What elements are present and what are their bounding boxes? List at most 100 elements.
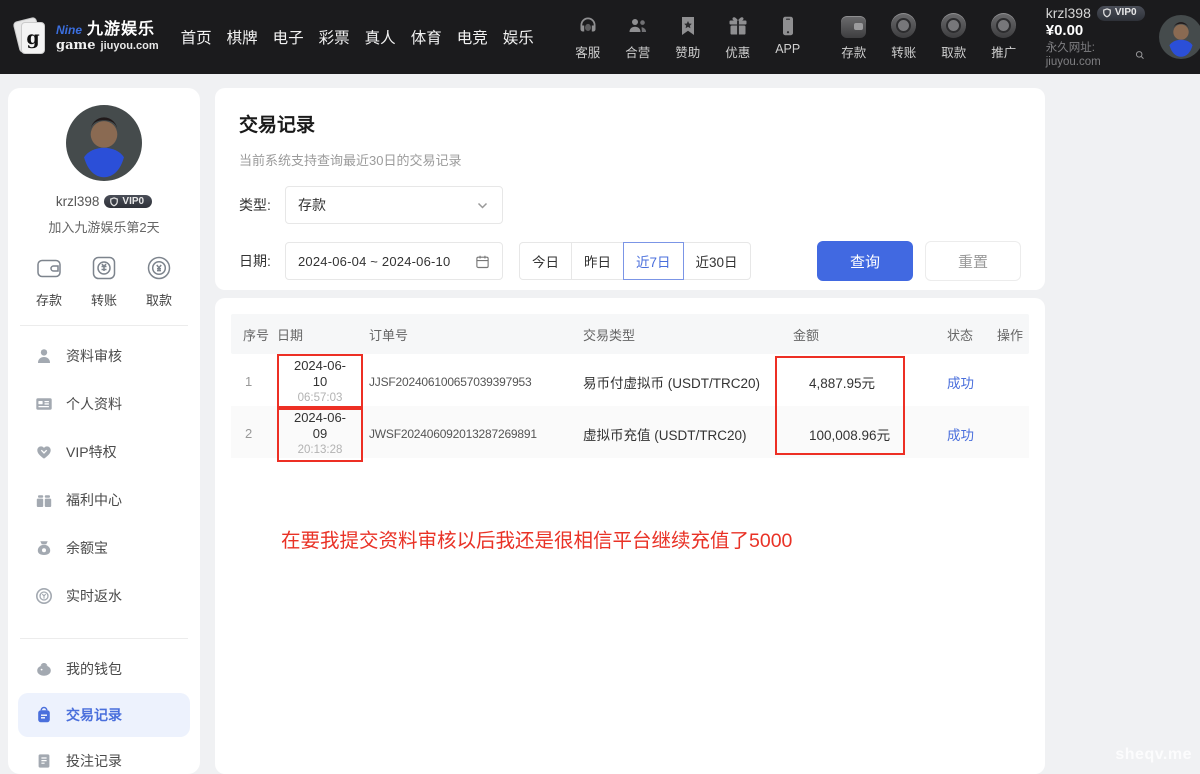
menu-label: VIP特权 xyxy=(66,442,117,462)
nav-chess[interactable]: 棋牌 xyxy=(227,26,258,48)
table-row[interactable]: 1 2024-06-10 06:57:03 JJSF20240610065703… xyxy=(231,354,1029,406)
reset-button[interactable]: 重置 xyxy=(925,241,1021,281)
service-label: 客服 xyxy=(575,42,600,61)
quick-deposit-label: 存款 xyxy=(36,290,62,309)
profile-username: krzl398 xyxy=(56,194,100,209)
sponsor-button[interactable]: 赞助 xyxy=(668,13,708,61)
sidebar-item-bet-records[interactable]: 投注记录 xyxy=(8,737,200,774)
header-avatar[interactable] xyxy=(1159,15,1200,59)
withdraw-label: 取款 xyxy=(941,42,966,61)
date-filter-row: 日期: 2024-06-04 ~ 2024-06-10 今日 昨日 近7日 近3… xyxy=(239,241,1021,281)
cell-transaction-type: 虚拟币充值 (USDT/TRC20) xyxy=(577,424,787,444)
nav-sports[interactable]: 体育 xyxy=(411,26,442,48)
query-button[interactable]: 查询 xyxy=(817,241,913,281)
transfer-button[interactable]: 转账 xyxy=(884,13,924,61)
balance-amount: ¥0.00 xyxy=(1046,22,1145,41)
col-header-action: 操作 xyxy=(991,325,1029,344)
transfer-coin-icon xyxy=(891,13,916,38)
logo-domain-text: jiuyou.com xyxy=(101,41,159,53)
transfer-icon xyxy=(89,253,119,283)
vip-shield-icon xyxy=(1102,8,1112,18)
promo-button[interactable]: 优惠 xyxy=(718,13,758,61)
money-bag-icon xyxy=(35,539,53,557)
deposit-icon xyxy=(34,253,64,283)
logo-cards-icon: g xyxy=(14,17,48,57)
red-annotation-text: 在要我提交资料审核以后我还是很相信平台继续充值了5000 xyxy=(281,524,1029,553)
service-button[interactable]: 客服 xyxy=(568,13,608,61)
nav-entertainment[interactable]: 娱乐 xyxy=(503,26,534,48)
type-label: 类型: xyxy=(239,195,285,215)
table-row[interactable]: 2 2024-06-09 20:13:28 JWSF20240609201328… xyxy=(231,406,1029,458)
sidebar-item-personal-info[interactable]: 个人资料 xyxy=(8,380,200,428)
sidebar-divider xyxy=(20,638,188,639)
rebate-icon xyxy=(35,587,53,605)
quick-withdraw-button[interactable]: 取款 xyxy=(144,253,174,309)
cell-order-number: JJSF202406100657039397953 xyxy=(363,375,577,389)
page-subtitle: 当前系统支持查询最近30日的交易记录 xyxy=(239,150,1021,169)
type-select[interactable]: 存款 xyxy=(285,186,503,224)
cell-status: 成功 xyxy=(941,424,991,444)
promote-coin-icon xyxy=(991,13,1016,38)
partners-button[interactable]: 合营 xyxy=(618,13,658,61)
promote-button[interactable]: 推广 xyxy=(984,13,1024,61)
col-header-type: 交易类型 xyxy=(577,325,787,344)
quick-deposit-button[interactable]: 存款 xyxy=(34,253,64,309)
quick-range-today[interactable]: 今日 xyxy=(519,242,572,280)
profile-avatar[interactable] xyxy=(66,105,142,181)
app-label: APP xyxy=(775,42,800,56)
sidebar-item-welfare-center[interactable]: 福利中心 xyxy=(8,476,200,524)
sidebar-item-vip-privilege[interactable]: VIP特权 xyxy=(8,428,200,476)
username[interactable]: krzl398 xyxy=(1046,5,1091,23)
logo-game-text: game xyxy=(56,39,96,53)
page-title: 交易记录 xyxy=(239,110,1021,137)
magnifier-icon[interactable] xyxy=(1135,49,1145,61)
quick-transfer-label: 转账 xyxy=(91,290,117,309)
nav-home[interactable]: 首页 xyxy=(181,26,212,48)
header-icon-group-wallet: 存款 转账 取款 推广 xyxy=(834,13,1024,61)
sidebar-item-my-wallet[interactable]: 我的钱包 xyxy=(8,645,200,693)
quick-range-30days[interactable]: 近30日 xyxy=(683,242,751,280)
calendar-icon xyxy=(475,254,490,269)
cell-time-value: 20:13:28 xyxy=(288,443,352,457)
profile-vip-badge[interactable]: VIP0 xyxy=(104,195,152,208)
transaction-record-icon xyxy=(35,706,53,724)
partners-label: 合营 xyxy=(625,42,650,61)
sidebar-item-transaction-records[interactable]: 交易记录 xyxy=(18,693,190,737)
site-logo[interactable]: g Nine 九游娱乐 game jiuyou.com xyxy=(14,17,159,57)
welfare-gift-icon xyxy=(35,491,53,509)
cell-date-value: 2024-06-09 xyxy=(288,410,352,443)
sidebar-item-profile-review[interactable]: 资料审核 xyxy=(8,332,200,380)
highlight-box-date: 2024-06-10 06:57:03 xyxy=(277,354,363,410)
header-icon-group-service: 客服 合营 赞助 优惠 APP xyxy=(568,13,808,61)
profile-section: krzl398 VIP0 加入九游娱乐第2天 xyxy=(8,88,200,236)
withdraw-button[interactable]: 取款 xyxy=(934,13,974,61)
permanent-url-text: 永久网址: jiuyou.com xyxy=(1046,41,1132,70)
menu-label: 余额宝 xyxy=(66,538,108,558)
date-quick-group: 今日 昨日 近7日 近30日 xyxy=(519,242,751,280)
profile-vip-label: VIP0 xyxy=(122,196,144,207)
app-button[interactable]: APP xyxy=(768,13,808,61)
date-range-input[interactable]: 2024-06-04 ~ 2024-06-10 xyxy=(285,242,503,280)
top-header: g Nine 九游娱乐 game jiuyou.com 首页 棋牌 电子 彩票 … xyxy=(0,0,1200,74)
piggy-wallet-icon xyxy=(35,660,53,678)
cell-amount: 100,008.96元 xyxy=(787,424,941,444)
vip-shield-icon xyxy=(109,197,119,207)
date-range-value: 2024-06-04 ~ 2024-06-10 xyxy=(298,254,450,269)
nav-live[interactable]: 真人 xyxy=(365,26,396,48)
menu-label: 交易记录 xyxy=(66,705,122,725)
nav-esports[interactable]: 电竞 xyxy=(457,26,488,48)
col-header-no: 序号 xyxy=(231,325,271,344)
quick-transfer-button[interactable]: 转账 xyxy=(89,253,119,309)
nav-lottery[interactable]: 彩票 xyxy=(319,26,350,48)
sidebar-item-realtime-rebate[interactable]: 实时返水 xyxy=(8,572,200,620)
deposit-button[interactable]: 存款 xyxy=(834,13,874,61)
menu-label: 实时返水 xyxy=(66,586,122,606)
records-card: 序号 日期 订单号 交易类型 金额 状态 操作 1 2024-06-10 06:… xyxy=(215,298,1045,774)
sidebar-item-yuebao[interactable]: 余额宝 xyxy=(8,524,200,572)
quick-range-yesterday[interactable]: 昨日 xyxy=(571,242,624,280)
quick-range-7days[interactable]: 近7日 xyxy=(623,242,684,280)
sidebar: krzl398 VIP0 加入九游娱乐第2天 存款 转账 取款 资料审核 xyxy=(8,88,200,774)
cell-transaction-type: 易币付虚拟币 (USDT/TRC20) xyxy=(577,372,787,392)
vip-badge[interactable]: VIP0 xyxy=(1097,6,1145,21)
nav-slots[interactable]: 电子 xyxy=(273,26,304,48)
